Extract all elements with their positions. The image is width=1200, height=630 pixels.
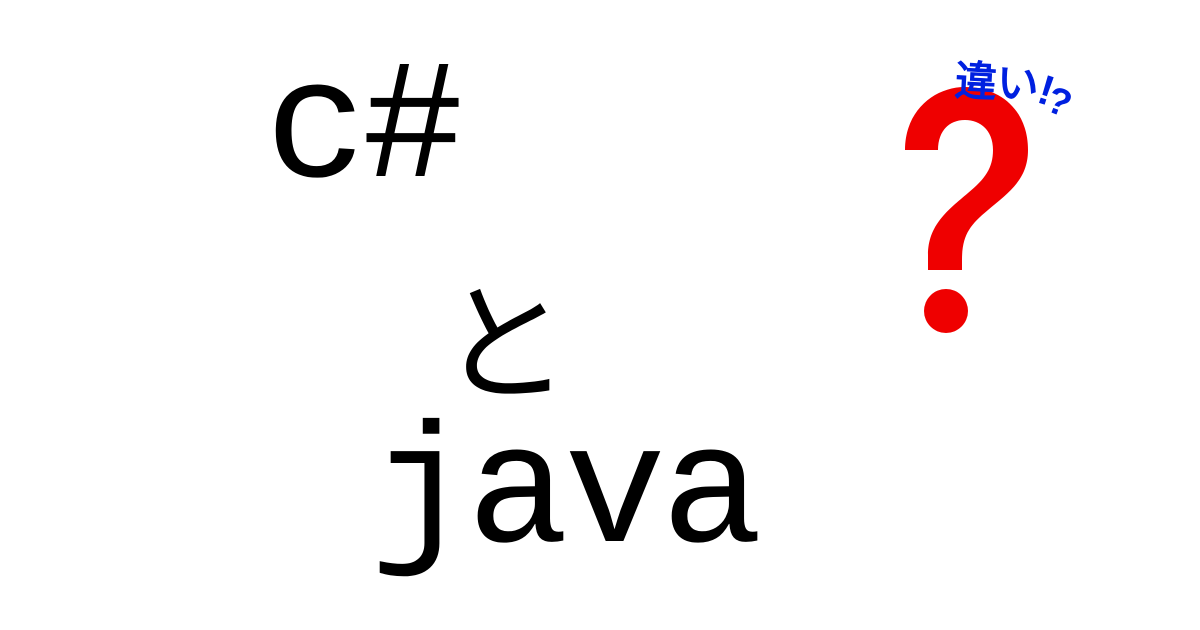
heading-java: java: [370, 400, 758, 593]
heading-csharp: c#: [265, 35, 459, 228]
difference-annotation: 違い!?: [953, 47, 1077, 114]
question-mark-icon: [870, 75, 1050, 335]
annotation-text: 違い: [954, 57, 1040, 108]
